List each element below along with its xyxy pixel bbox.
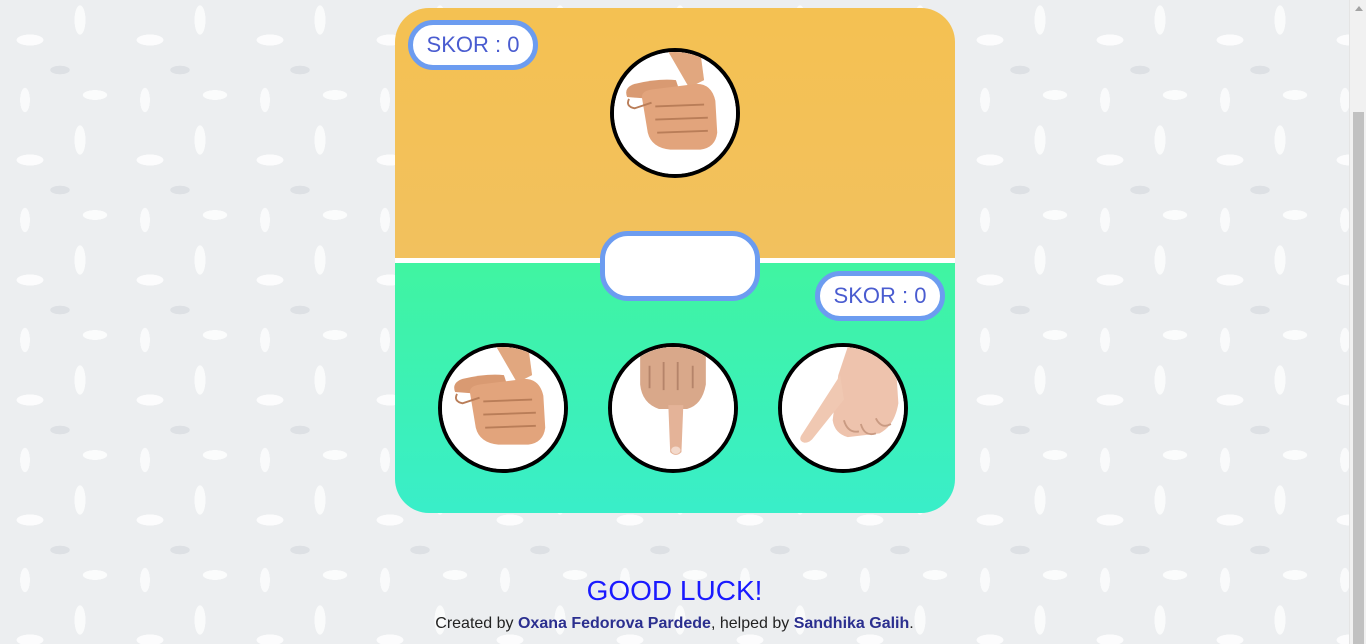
player-score-badge: SKOR : 0 xyxy=(815,271,945,321)
computer-hand-rock-icon xyxy=(610,48,740,178)
result-display xyxy=(600,231,760,301)
player-rock-button[interactable] xyxy=(438,343,568,473)
pointing-finger-hand-icon xyxy=(782,347,904,469)
computer-score-badge: SKOR : 0 xyxy=(408,20,538,70)
helper-link[interactable]: Sandhika Galih xyxy=(794,615,910,632)
page-scrollbar[interactable] xyxy=(1349,0,1366,644)
pointing-down-hand-icon xyxy=(612,347,734,469)
player-paper-button[interactable] xyxy=(608,343,738,473)
credit-prefix: Created by xyxy=(435,615,518,632)
scrollbar-thumb[interactable] xyxy=(1353,112,1364,644)
scroll-up-arrow-icon[interactable] xyxy=(1350,0,1366,17)
player-scissors-button[interactable] xyxy=(778,343,908,473)
credit-line: Created by Oxana Fedorova Pardede, helpe… xyxy=(0,615,1349,633)
author-link[interactable]: Oxana Fedorova Pardede xyxy=(518,615,711,632)
footer-title: GOOD LUCK! xyxy=(586,575,763,606)
credit-helped-by: , helped by xyxy=(710,615,794,632)
credit-suffix: . xyxy=(909,615,914,632)
rock-hand-icon xyxy=(442,347,564,469)
